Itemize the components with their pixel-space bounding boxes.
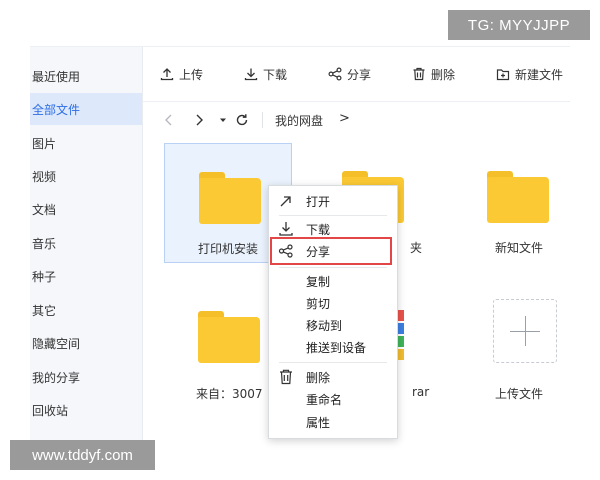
menu-item-label: 移动到 [306, 318, 343, 333]
download-icon [244, 68, 258, 81]
context-menu: 打开 下载 分享 复制 剪切 移动到 推送到设备 删除 重命名 属性 [268, 185, 398, 439]
menu-item-label: 推送到设备 [306, 340, 367, 355]
file-name: 新知文件 [494, 241, 543, 255]
sidebar-item-hidden-space[interactable]: 隐藏空间 [30, 327, 142, 359]
toolbar: 上传 下载 分享 删除 新建文件 [143, 47, 570, 102]
trash-icon [280, 369, 292, 385]
sidebar-item-label: 其它 [32, 303, 57, 318]
download-icon [279, 222, 293, 236]
menu-item-cut[interactable]: 剪切 [269, 292, 397, 314]
new-folder-icon [496, 69, 510, 81]
share-icon [278, 244, 293, 258]
menu-item-move-to[interactable]: 移动到 [269, 314, 397, 336]
arrow-up-right-icon [280, 196, 291, 207]
menu-item-label: 复制 [306, 274, 331, 289]
menu-divider [279, 267, 387, 268]
download-button[interactable]: 下载 [244, 64, 287, 84]
plus-icon [493, 299, 557, 363]
sidebar-item-label: 音乐 [32, 236, 57, 251]
breadcrumb-separator: > [339, 111, 350, 126]
menu-divider [279, 362, 387, 363]
navigation-bar: 我的网盘 > [143, 101, 570, 139]
sidebar-item-music[interactable]: 音乐 [30, 227, 142, 259]
sidebar-item-label: 文档 [32, 202, 57, 217]
sidebar-item-documents[interactable]: 文档 [30, 193, 142, 225]
upload-icon [160, 68, 174, 81]
menu-item-push-to-device[interactable]: 推送到设备 [269, 336, 397, 358]
menu-item-label: 属性 [306, 415, 331, 430]
menu-item-rename[interactable]: 重命名 [269, 388, 397, 410]
menu-item-delete[interactable]: 删除 [269, 366, 397, 388]
sidebar-item-my-shares[interactable]: 我的分享 [30, 361, 142, 393]
upload-label: 上传 [179, 67, 204, 82]
sidebar-item-label: 隐藏空间 [32, 336, 81, 351]
menu-item-label: 重命名 [306, 392, 343, 407]
menu-item-label: 删除 [306, 370, 331, 385]
menu-item-label: 打开 [306, 194, 331, 209]
sidebar-item-label: 全部文件 [32, 102, 81, 117]
trash-icon [413, 67, 425, 81]
file-item[interactable]: 新知文件 [455, 143, 570, 263]
back-icon[interactable] [163, 112, 175, 128]
sidebar-item-all-files[interactable]: 全部文件 [30, 93, 142, 125]
refresh-icon[interactable] [235, 112, 249, 128]
menu-item-label: 分享 [306, 244, 331, 259]
share-button[interactable]: 分享 [328, 64, 371, 84]
menu-item-label: 剪切 [306, 296, 331, 311]
menu-item-share[interactable]: 分享 [269, 240, 397, 262]
breadcrumb-root[interactable]: 我的网盘 [275, 112, 323, 129]
nav-divider [262, 112, 263, 128]
sidebar-item-label: 回收站 [32, 403, 69, 418]
sidebar-item-torrents[interactable]: 种子 [30, 260, 142, 292]
sidebar-item-label: 视频 [32, 169, 57, 184]
file-name: 夹 [410, 241, 423, 255]
new-folder-button[interactable]: 新建文件 [496, 64, 563, 84]
upload-button[interactable]: 上传 [160, 64, 203, 84]
history-dropdown-icon[interactable] [218, 112, 228, 128]
forward-icon[interactable] [193, 112, 205, 128]
sidebar-item-recent[interactable]: 最近使用 [30, 60, 142, 92]
menu-item-properties[interactable]: 属性 [269, 411, 397, 433]
sidebar-item-label: 我的分享 [32, 370, 81, 385]
folder-icon [198, 311, 260, 363]
watermark-bottom: www.tddyf.com [10, 440, 155, 470]
delete-label: 删除 [431, 67, 456, 82]
menu-divider [279, 215, 387, 216]
download-label: 下载 [263, 67, 288, 82]
menu-item-label: 下载 [306, 222, 331, 237]
sidebar-item-other[interactable]: 其它 [30, 294, 142, 326]
sidebar-item-label: 最近使用 [32, 69, 81, 84]
sidebar-item-recycle-bin[interactable]: 回收站 [30, 394, 142, 426]
sidebar: 最近使用 全部文件 图片 视频 文档 音乐 种子 其它 隐藏空间 我的分享 回收… [30, 47, 143, 447]
sidebar-item-label: 种子 [32, 269, 57, 284]
upload-file-tile[interactable]: 上传文件 [455, 283, 570, 403]
watermark-top: TG: MYYJJPP [448, 10, 590, 40]
file-name: rar [412, 385, 430, 399]
share-label: 分享 [347, 67, 372, 82]
new-folder-label: 新建文件 [515, 67, 564, 82]
sidebar-item-label: 图片 [32, 136, 57, 151]
delete-button[interactable]: 删除 [412, 64, 455, 84]
file-name: 上传文件 [494, 387, 543, 401]
sidebar-item-images[interactable]: 图片 [30, 127, 142, 159]
share-icon [328, 67, 342, 81]
menu-item-open[interactable]: 打开 [269, 190, 397, 212]
menu-item-copy[interactable]: 复制 [269, 270, 397, 292]
sidebar-item-videos[interactable]: 视频 [30, 160, 142, 192]
folder-icon [487, 171, 549, 223]
folder-icon [199, 172, 261, 224]
